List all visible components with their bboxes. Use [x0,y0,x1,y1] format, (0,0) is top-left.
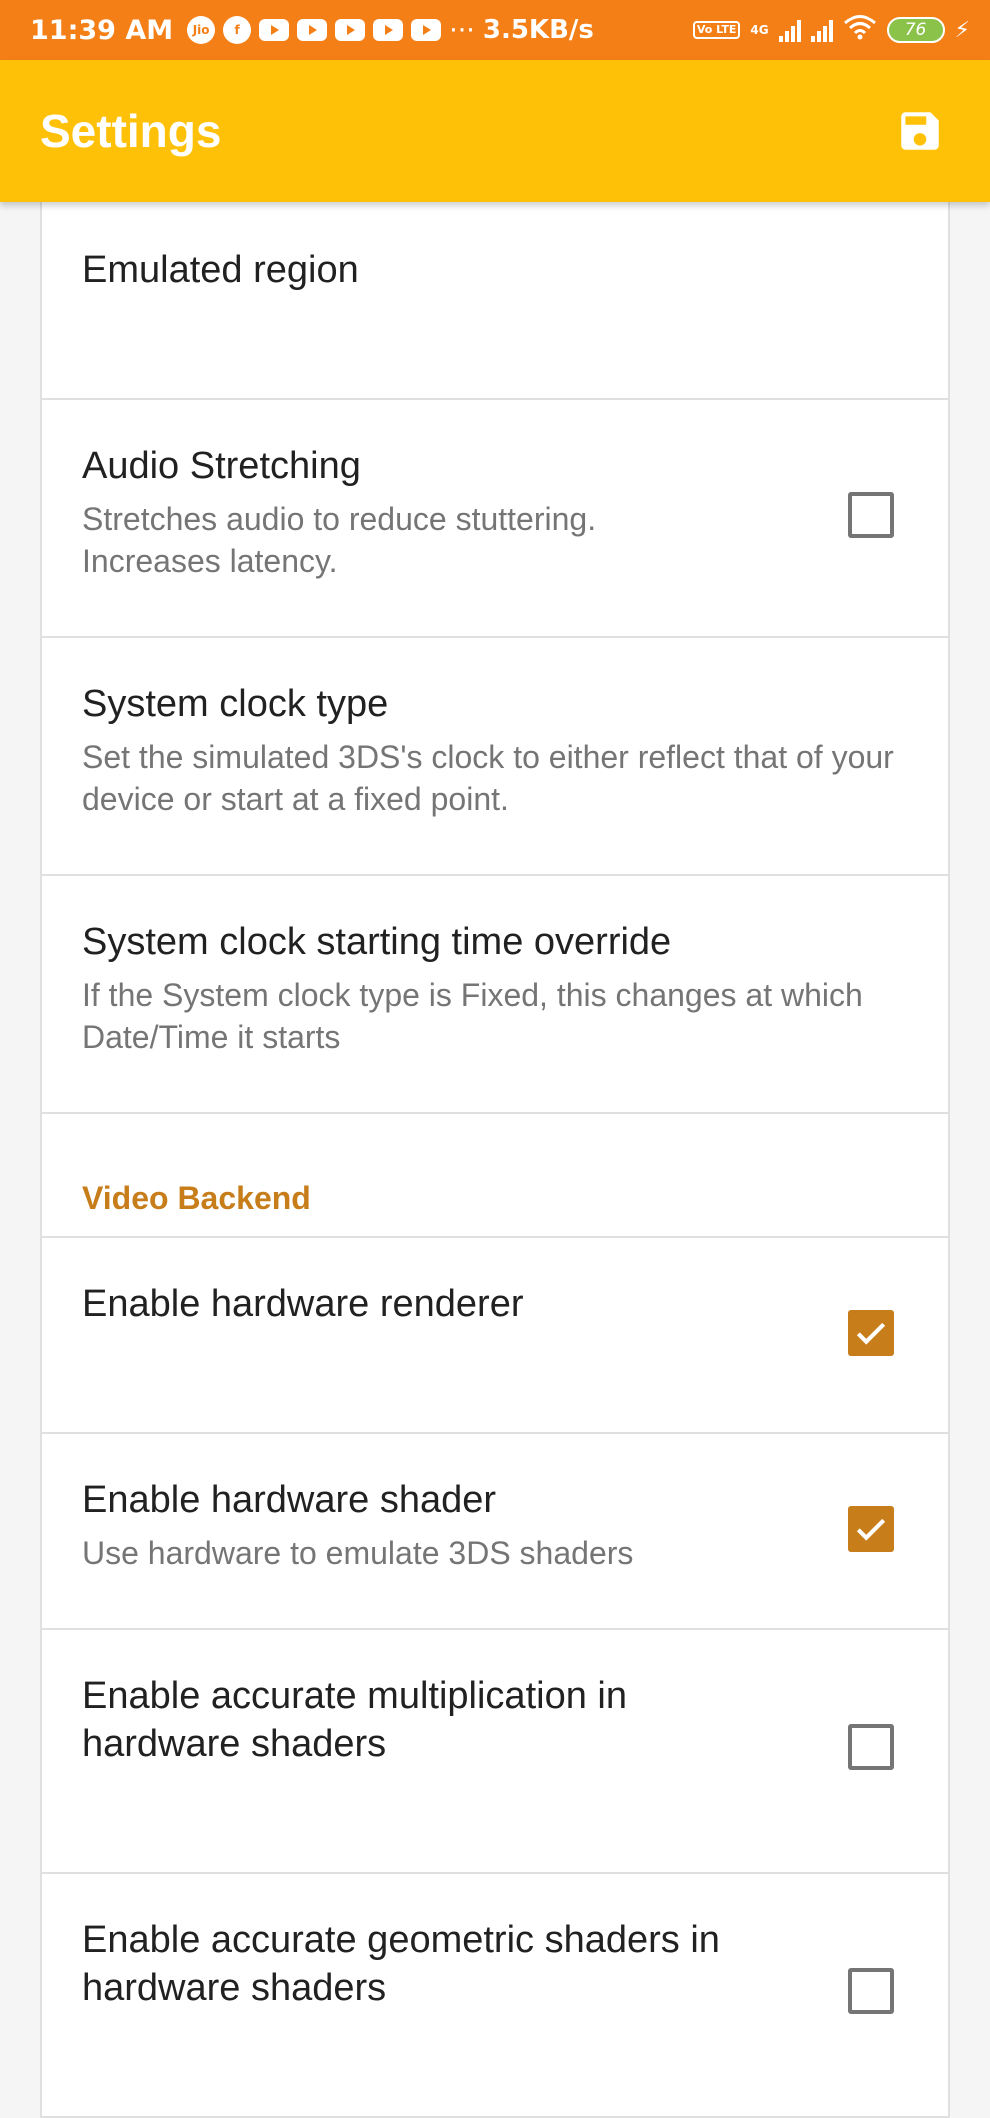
setting-title: System clock starting time override [82,921,672,963]
page-title: Settings [40,105,222,157]
setting-hardware-renderer[interactable]: Enable hardware renderer [42,1238,948,1434]
hardware-shader-checkbox[interactable] [848,1506,894,1552]
save-button[interactable] [890,101,950,161]
volte-icon: Vo LTE [692,21,741,39]
setting-emulated-region[interactable]: Emulated region [42,202,948,400]
charging-icon: ⚡ [954,17,970,43]
wifi-icon [843,14,877,47]
status-time: 11:39 AM [30,14,174,46]
setting-title: Emulated region [82,249,359,291]
setting-summary: Set the simulated 3DS's clock to either … [82,739,894,817]
status-bar: 11:39 AM Jio f ··· 3.5KB/s Vo LTE 4G 76 … [0,0,990,60]
setting-audio-stretching[interactable]: Audio Stretching Stretches audio to redu… [42,400,948,638]
battery-icon: 76 [886,17,945,43]
setting-accurate-geometric-shaders[interactable]: Enable accurate geometric shaders in har… [42,1874,948,2118]
save-icon [901,112,939,150]
setting-title: Enable accurate multiplication in hardwa… [82,1675,627,1765]
signal-icon [778,18,801,42]
notification-icons: Jio f ··· [187,15,475,46]
youtube-icon [373,19,404,41]
setting-hardware-shader[interactable]: Enable hardware shader Use hardware to e… [42,1434,948,1630]
setting-title: Enable accurate geometric shaders in har… [82,1919,720,2009]
app-bar: Settings [0,60,990,202]
settings-list: Emulated region Audio Stretching Stretch… [40,202,950,2118]
checkmark-icon [856,1518,886,1541]
hardware-renderer-checkbox[interactable] [848,1310,894,1356]
accurate-multiplication-checkbox[interactable] [848,1724,894,1770]
setting-accurate-multiplication[interactable]: Enable accurate multiplication in hardwa… [42,1630,948,1874]
accurate-geometric-checkbox[interactable] [848,1968,894,2014]
section-header-video-backend: Video Backend [42,1114,948,1238]
setting-title: Enable hardware renderer [82,1283,524,1325]
network-type-label: 4G [750,23,769,37]
youtube-icon [411,19,442,41]
youtube-icon [259,19,290,41]
facebook-icon: f [223,16,252,44]
youtube-icon [297,19,328,41]
jio-icon: Jio [187,16,216,44]
more-notifications-icon: ··· [449,14,475,46]
setting-summary: Stretches audio to reduce stuttering. In… [82,501,597,579]
setting-title: System clock type [82,683,389,725]
audio-stretching-checkbox[interactable] [848,492,894,538]
network-speed: 3.5KB/s [482,15,594,45]
setting-title: Enable hardware shader [82,1479,497,1521]
section-header-text: Video Backend [82,1180,311,1216]
setting-clock-override[interactable]: System clock starting time override If t… [42,876,948,1114]
checkmark-icon [856,1322,886,1345]
signal-icon [810,18,833,42]
setting-summary: If the System clock type is Fixed, this … [82,977,863,1055]
setting-summary: Use hardware to emulate 3DS shaders [82,1535,634,1571]
setting-system-clock-type[interactable]: System clock type Set the simulated 3DS'… [42,638,948,876]
youtube-icon [335,19,366,41]
setting-title: Audio Stretching [82,445,361,487]
